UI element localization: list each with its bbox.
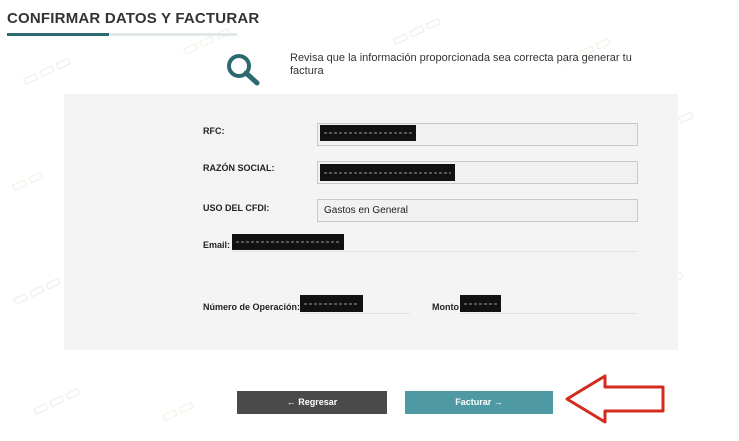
- email-label: Email:: [203, 240, 231, 250]
- page-title: CONFIRMAR DATOS Y FACTURAR: [7, 10, 260, 27]
- email-underline: [232, 251, 638, 252]
- razon-social-redacted-value: [320, 164, 455, 181]
- operation-number-label: Número de Operación:: [203, 302, 301, 312]
- uso-cfdi-field[interactable]: Gastos en General: [317, 199, 638, 222]
- monto-redacted-value: [460, 295, 501, 312]
- callout-arrow-icon: [565, 374, 665, 424]
- rfc-label: RFC:: [203, 126, 225, 136]
- operation-number-redacted-value: [300, 295, 363, 312]
- title-underline-accent: [7, 33, 109, 36]
- uso-cfdi-label: USO DEL CFDI:: [203, 203, 270, 213]
- rfc-redacted-value: [320, 125, 416, 141]
- search-icon: [227, 54, 260, 86]
- intro-text: Revisa que la información proporcionada …: [290, 52, 632, 77]
- monto-underline: [460, 313, 638, 314]
- submit-invoice-button[interactable]: Facturar →: [405, 391, 553, 414]
- back-button[interactable]: ← Regresar: [237, 391, 387, 414]
- title-underline: [7, 33, 237, 36]
- operation-number-underline: [300, 313, 410, 314]
- monto-label: Monto: [432, 302, 459, 312]
- email-redacted-value: [232, 234, 344, 250]
- razon-social-label: RAZÓN SOCIAL:: [203, 163, 275, 173]
